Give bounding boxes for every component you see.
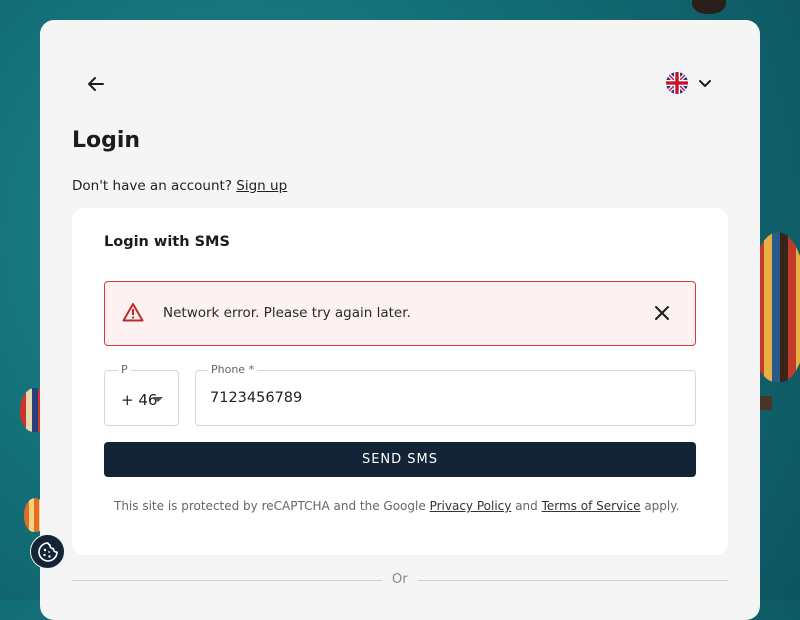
recaptcha-suffix: apply. xyxy=(644,499,680,513)
language-selector[interactable] xyxy=(666,72,714,94)
balloon-decoration xyxy=(692,0,726,14)
country-code-label: P xyxy=(118,363,131,376)
country-code-value: + 46 xyxy=(121,391,158,409)
recaptcha-prefix: This site is protected by reCAPTCHA and … xyxy=(114,499,426,513)
dropdown-caret-icon xyxy=(153,397,163,402)
terms-of-service-link[interactable]: Terms of Service xyxy=(542,499,641,513)
divider-line xyxy=(418,580,728,581)
send-sms-button[interactable]: SEND SMS xyxy=(104,442,696,477)
signup-prompt: Don't have an account? Sign up xyxy=(72,178,287,194)
phone-field: Phone * xyxy=(195,363,696,426)
phone-label: Phone * xyxy=(208,363,258,376)
arrow-left-icon xyxy=(88,77,104,91)
back-button[interactable] xyxy=(84,72,108,96)
close-icon[interactable] xyxy=(652,303,672,323)
error-message: Network error. Please try again later. xyxy=(163,305,411,321)
recaptcha-and: and xyxy=(515,499,538,513)
sms-panel-title: Login with SMS xyxy=(104,234,230,250)
balloon-basket-decoration xyxy=(760,396,772,410)
or-divider-text: Or xyxy=(392,572,408,587)
cookie-settings-button[interactable] xyxy=(30,534,65,569)
cookie-icon xyxy=(37,541,58,562)
signup-link[interactable]: Sign up xyxy=(236,178,287,194)
country-code-select[interactable]: P + 46 xyxy=(104,363,179,426)
warning-icon xyxy=(122,303,144,322)
divider-line xyxy=(72,580,382,581)
chevron-down-icon xyxy=(699,80,711,87)
uk-flag-icon xyxy=(666,72,688,94)
phone-input[interactable] xyxy=(210,386,670,410)
no-account-text: Don't have an account? xyxy=(72,178,232,194)
recaptcha-notice: This site is protected by reCAPTCHA and … xyxy=(114,499,679,513)
privacy-policy-link[interactable]: Privacy Policy xyxy=(430,499,512,513)
page-title: Login xyxy=(72,128,141,153)
